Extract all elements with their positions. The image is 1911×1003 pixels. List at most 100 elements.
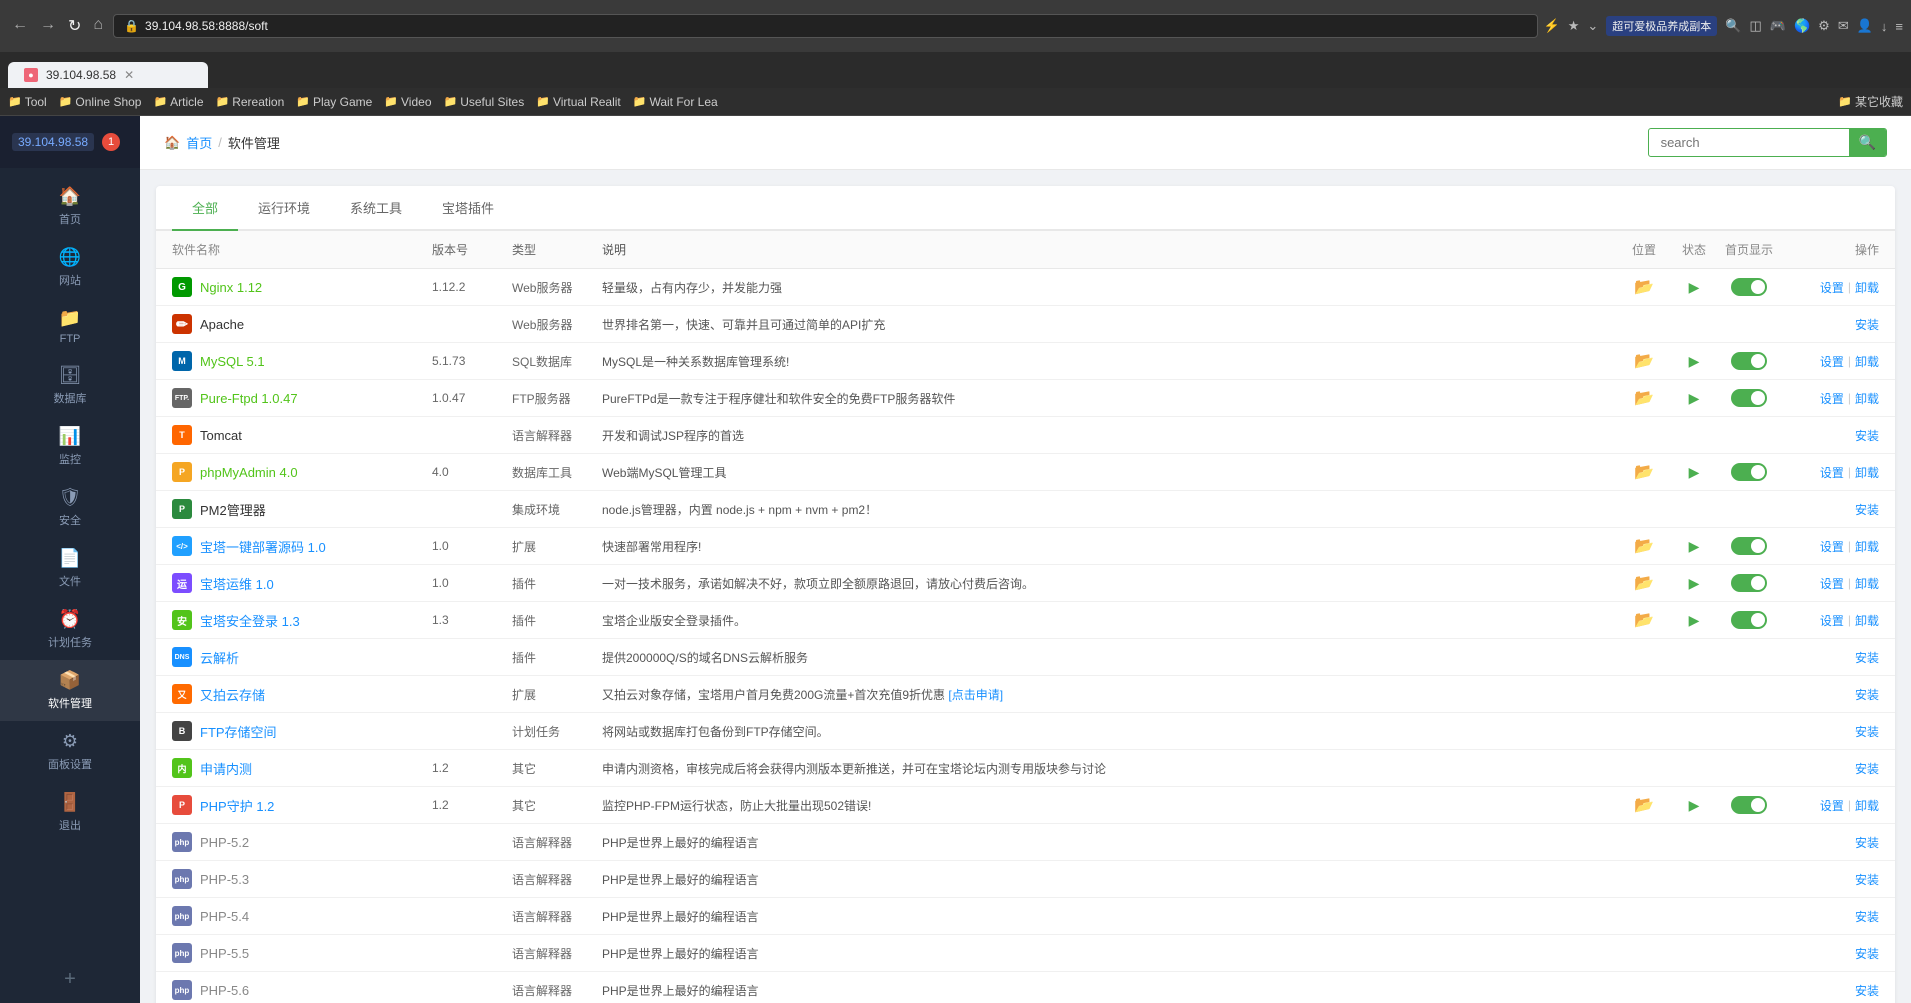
folder-icon-btn[interactable]: 📂 bbox=[1634, 277, 1654, 297]
install-button[interactable]: 安装 bbox=[1855, 427, 1879, 444]
software-homepage[interactable] bbox=[1719, 463, 1779, 481]
software-pos[interactable]: 📂 bbox=[1619, 277, 1669, 297]
software-pos[interactable]: 📂 bbox=[1619, 795, 1669, 815]
search-icon[interactable]: 🔍 bbox=[1725, 18, 1741, 34]
back-button[interactable]: ← bbox=[8, 14, 32, 38]
install-button[interactable]: 安装 bbox=[1855, 982, 1879, 999]
folder-icon-btn[interactable]: 📂 bbox=[1634, 795, 1654, 815]
play-icon-btn[interactable]: ▶ bbox=[1689, 390, 1700, 407]
toggle-switch[interactable] bbox=[1731, 389, 1767, 407]
sidebar-item-security[interactable]: 🛡 安全 bbox=[0, 477, 140, 538]
install-button[interactable]: 安装 bbox=[1855, 834, 1879, 851]
active-tab[interactable]: ● 39.104.98.58 ✕ bbox=[8, 62, 208, 88]
tab-all[interactable]: 全部 bbox=[172, 186, 238, 231]
install-button[interactable]: 安装 bbox=[1855, 760, 1879, 777]
address-bar[interactable]: 🔒 39.104.98.58:8888/soft bbox=[113, 14, 1537, 38]
software-status[interactable]: ▶ bbox=[1669, 353, 1719, 370]
software-status[interactable]: ▶ bbox=[1669, 279, 1719, 296]
download-icon[interactable]: ↓ bbox=[1881, 19, 1888, 34]
software-homepage[interactable] bbox=[1719, 389, 1779, 407]
software-status[interactable]: ▶ bbox=[1669, 797, 1719, 814]
software-status[interactable]: ▶ bbox=[1669, 390, 1719, 407]
toggle-switch[interactable] bbox=[1731, 537, 1767, 555]
bookmark-item-waitforlea[interactable]: 📁 Wait For Lea bbox=[633, 95, 718, 109]
play-icon-btn[interactable]: ▶ bbox=[1689, 797, 1700, 814]
search-button[interactable]: 🔍 bbox=[1849, 129, 1886, 156]
sidebar-item-cron[interactable]: ⏰ 计划任务 bbox=[0, 599, 140, 660]
toggle-switch[interactable] bbox=[1731, 574, 1767, 592]
play-icon-btn[interactable]: ▶ bbox=[1689, 464, 1700, 481]
add-button[interactable]: + bbox=[0, 956, 140, 1003]
user-icon[interactable]: 👤 bbox=[1857, 18, 1873, 34]
play-icon-btn[interactable]: ▶ bbox=[1689, 612, 1700, 629]
toggle-switch[interactable] bbox=[1731, 278, 1767, 296]
star-icon[interactable]: ★ bbox=[1568, 18, 1580, 34]
software-homepage[interactable] bbox=[1719, 796, 1779, 814]
software-status[interactable]: ▶ bbox=[1669, 575, 1719, 592]
sidebar-item-ftp[interactable]: 📁 FTP bbox=[0, 298, 140, 355]
software-homepage[interactable] bbox=[1719, 278, 1779, 296]
tab-bt-plugins[interactable]: 宝塔插件 bbox=[422, 186, 514, 231]
bookmark-item-online-shop[interactable]: 📁 Online Shop bbox=[59, 95, 142, 109]
bookmark-item-recreation[interactable]: 📁 Rereation bbox=[216, 95, 285, 109]
software-pos[interactable]: 📂 bbox=[1619, 351, 1669, 371]
install-button[interactable]: 安装 bbox=[1855, 945, 1879, 962]
software-pos[interactable]: 📂 bbox=[1619, 462, 1669, 482]
apply-link[interactable]: [点击申请] bbox=[948, 688, 1003, 702]
bookmark-item-playgame[interactable]: 📁 Play Game bbox=[296, 95, 372, 109]
software-homepage[interactable] bbox=[1719, 574, 1779, 592]
uninstall-link[interactable]: 卸载 bbox=[1855, 464, 1879, 481]
play-icon-btn[interactable]: ▶ bbox=[1689, 575, 1700, 592]
bookmark-item-virtual[interactable]: 📁 Virtual Realit bbox=[536, 95, 621, 109]
settings-link[interactable]: 设置 bbox=[1820, 575, 1844, 592]
settings-link[interactable]: 设置 bbox=[1820, 538, 1844, 555]
sidebar-item-settings[interactable]: ⚙ 面板设置 bbox=[0, 721, 140, 782]
folder-icon-btn[interactable]: 📂 bbox=[1634, 610, 1654, 630]
bookmark-item-article[interactable]: 📁 Article bbox=[153, 95, 203, 109]
grid-icon[interactable]: ◫ bbox=[1749, 18, 1761, 34]
settings-icon[interactable]: ⚙ bbox=[1818, 18, 1830, 34]
install-button[interactable]: 安装 bbox=[1855, 908, 1879, 925]
uninstall-link[interactable]: 卸载 bbox=[1855, 390, 1879, 407]
chevron-icon[interactable]: ⌄ bbox=[1587, 18, 1598, 34]
sidebar-item-software[interactable]: 📦 软件管理 bbox=[0, 660, 140, 721]
play-icon-btn[interactable]: ▶ bbox=[1689, 279, 1700, 296]
install-button[interactable]: 安装 bbox=[1855, 686, 1879, 703]
folder-icon-btn[interactable]: 📂 bbox=[1634, 462, 1654, 482]
forward-button[interactable]: → bbox=[36, 14, 60, 38]
uninstall-link[interactable]: 卸载 bbox=[1855, 612, 1879, 629]
software-pos[interactable]: 📂 bbox=[1619, 610, 1669, 630]
uninstall-link[interactable]: 卸载 bbox=[1855, 538, 1879, 555]
settings-link[interactable]: 设置 bbox=[1820, 797, 1844, 814]
software-homepage[interactable] bbox=[1719, 352, 1779, 370]
settings-link[interactable]: 设置 bbox=[1820, 279, 1844, 296]
sidebar-item-monitor[interactable]: 📊 监控 bbox=[0, 416, 140, 477]
install-button[interactable]: 安装 bbox=[1855, 316, 1879, 333]
toggle-switch[interactable] bbox=[1731, 463, 1767, 481]
settings-link[interactable]: 设置 bbox=[1820, 390, 1844, 407]
play-icon-btn[interactable]: ▶ bbox=[1689, 353, 1700, 370]
install-button[interactable]: 安装 bbox=[1855, 501, 1879, 518]
folder-icon-btn[interactable]: 📂 bbox=[1634, 388, 1654, 408]
folder-icon-btn[interactable]: 📂 bbox=[1634, 573, 1654, 593]
game-icon[interactable]: 🎮 bbox=[1770, 18, 1786, 34]
sidebar-item-logout[interactable]: 🚪 退出 bbox=[0, 782, 140, 843]
software-pos[interactable]: 📂 bbox=[1619, 388, 1669, 408]
settings-link[interactable]: 设置 bbox=[1820, 612, 1844, 629]
folder-icon-btn[interactable]: 📂 bbox=[1634, 536, 1654, 556]
software-pos[interactable]: 📂 bbox=[1619, 573, 1669, 593]
globe-icon[interactable]: 🌎 bbox=[1794, 18, 1810, 34]
uninstall-link[interactable]: 卸载 bbox=[1855, 575, 1879, 592]
software-homepage[interactable] bbox=[1719, 537, 1779, 555]
folder-icon-btn[interactable]: 📂 bbox=[1634, 351, 1654, 371]
uninstall-link[interactable]: 卸载 bbox=[1855, 353, 1879, 370]
install-button[interactable]: 安装 bbox=[1855, 871, 1879, 888]
software-status[interactable]: ▶ bbox=[1669, 464, 1719, 481]
install-button[interactable]: 安装 bbox=[1855, 649, 1879, 666]
home-nav-button[interactable]: ⌂ bbox=[89, 14, 107, 38]
install-button[interactable]: 安装 bbox=[1855, 723, 1879, 740]
toggle-switch[interactable] bbox=[1731, 352, 1767, 370]
play-icon-btn[interactable]: ▶ bbox=[1689, 538, 1700, 555]
bookmark-item-tool[interactable]: 📁 Tool bbox=[8, 95, 47, 109]
tab-close-icon[interactable]: ✕ bbox=[124, 68, 134, 82]
